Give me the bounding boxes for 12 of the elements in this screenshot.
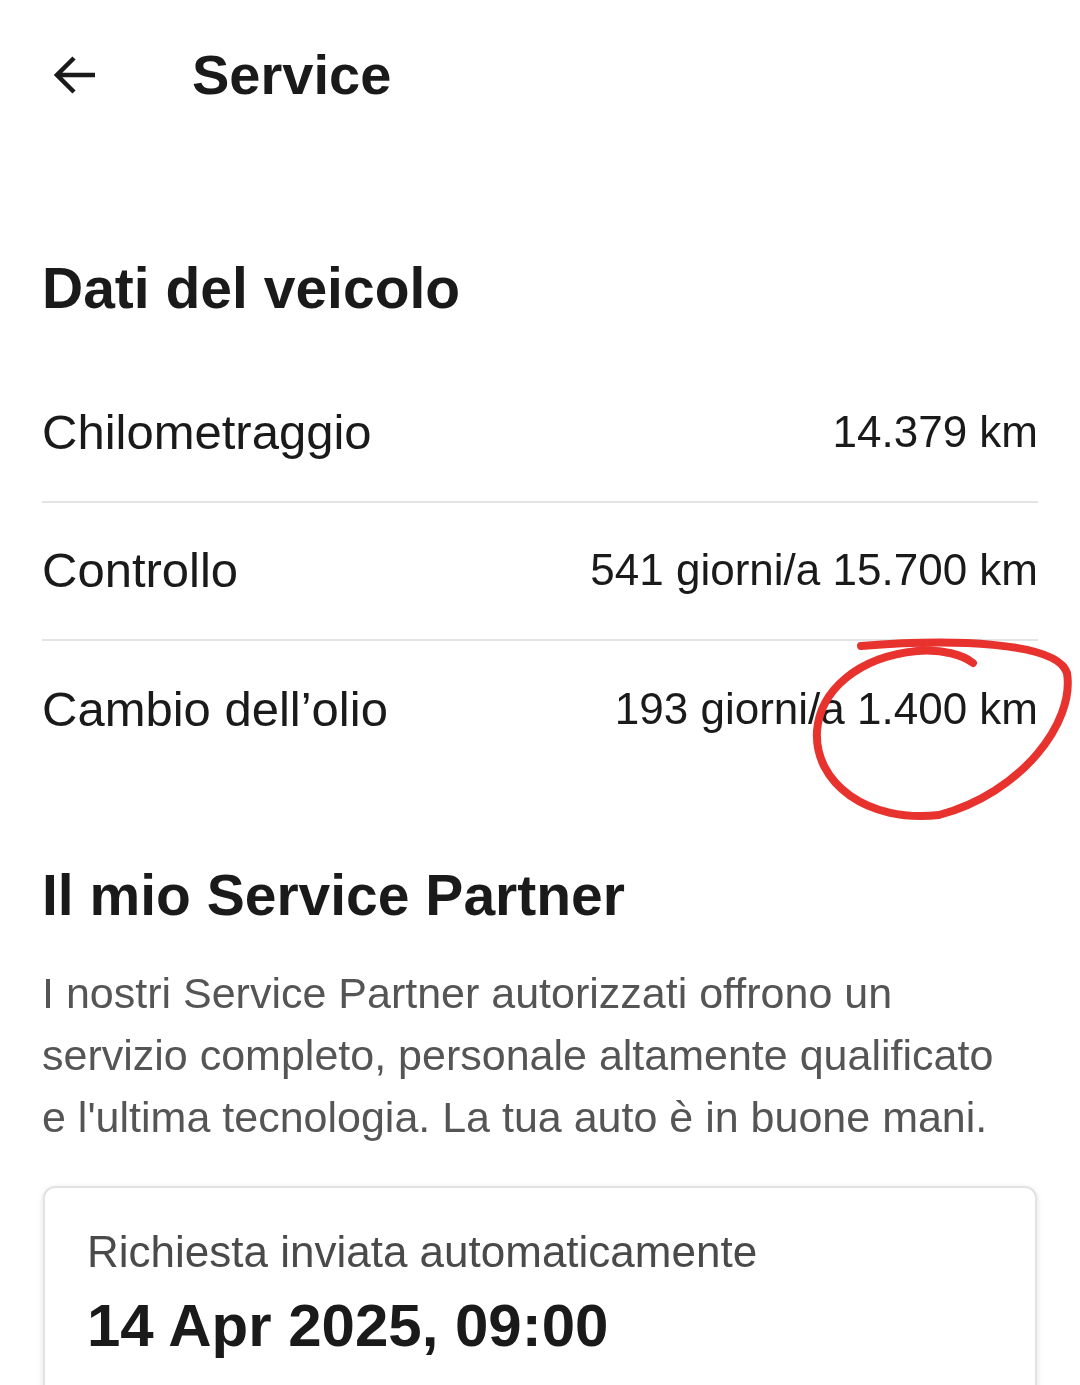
- row-value: 541 giorni/a 15.700 km: [590, 544, 1038, 597]
- description-text: I nostri Service Partner autorizzati offrono un servizio completo, personale altamente qualificato e l'ultima tecnologia. La tua auto è in buone mani.: [42, 968, 995, 1144]
- row-label: Cambio dell’olio: [42, 681, 388, 739]
- request-status-label: Richiesta inviata automaticamente: [87, 1226, 759, 1279]
- row-value: 14.379 km: [832, 406, 1038, 459]
- page-title: Service: [192, 42, 392, 109]
- row-label: Controllo: [42, 542, 239, 600]
- request-date: 14 Apr 2025, 09:00: [87, 1292, 610, 1361]
- section-heading: Il mio Service Partner: [42, 863, 626, 927]
- section-heading: Dati del veicolo: [42, 257, 462, 320]
- arrow-left-icon: [54, 56, 96, 94]
- row-label: Chilometraggio: [42, 404, 372, 462]
